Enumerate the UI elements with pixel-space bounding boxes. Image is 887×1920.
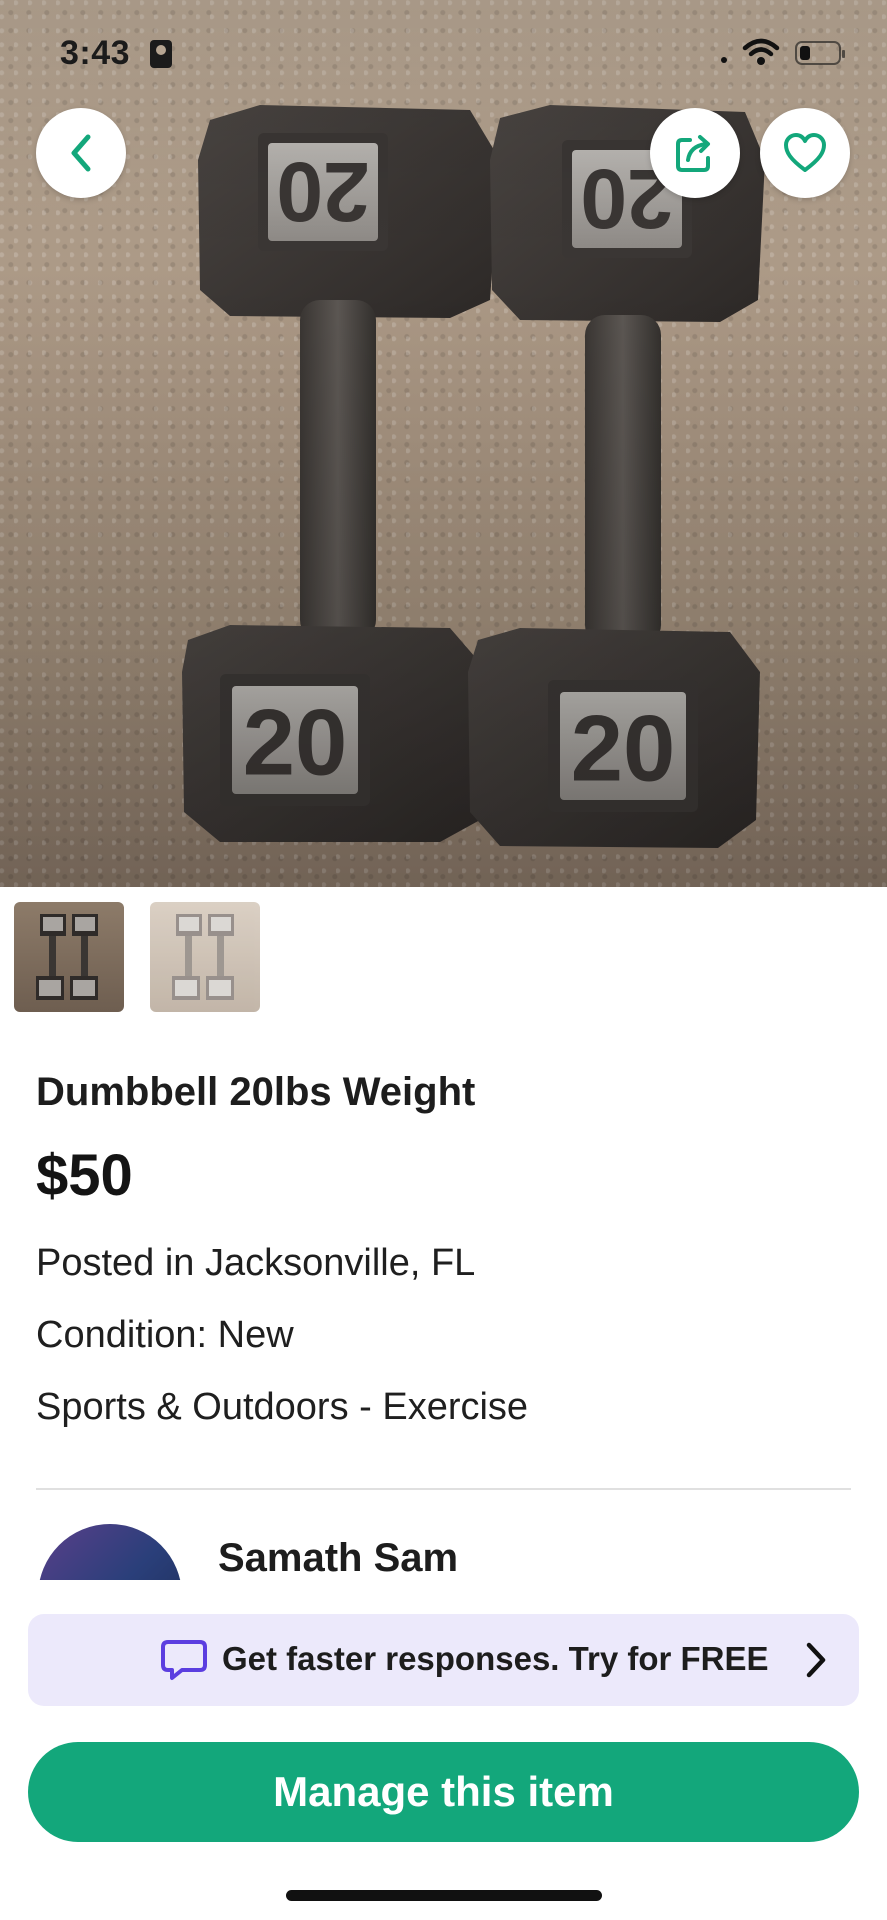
section-divider (36, 1488, 851, 1490)
home-indicator[interactable] (286, 1890, 602, 1901)
manage-item-button[interactable]: Manage this item (28, 1742, 859, 1842)
signal-dot-icon (721, 57, 727, 63)
promo-text: Get faster responses. Try for FREE (222, 1640, 769, 1677)
weight-number: 20 (571, 696, 676, 801)
favorite-button[interactable] (760, 108, 850, 198)
status-time: 3:43 (60, 34, 131, 72)
promo-banner[interactable]: Get faster responses. Try for FREE (28, 1614, 859, 1706)
weight-number: 20 (243, 690, 348, 795)
listing-price: $50 (36, 1143, 133, 1208)
chat-bubble-icon (161, 1640, 207, 1680)
chevron-right-icon (806, 1642, 826, 1678)
share-button[interactable] (650, 108, 740, 198)
status-indicators (721, 38, 845, 68)
heart-icon (784, 133, 826, 172)
avatar (38, 1524, 182, 1580)
manage-item-label: Manage this item (273, 1768, 614, 1815)
back-button[interactable] (36, 108, 126, 198)
dumbbell-thumb-graphic (172, 914, 234, 1000)
focus-person-icon (150, 40, 172, 68)
thumbnail-1[interactable] (14, 902, 124, 1012)
listing-condition: Condition: New (36, 1314, 294, 1356)
listing-photo[interactable]: 20 20 20 20 (0, 0, 887, 887)
wifi-icon (742, 38, 780, 65)
share-icon (676, 135, 710, 172)
seller-avatar[interactable] (38, 1524, 182, 1580)
dumbbells-illustration: 20 20 20 20 (182, 105, 765, 848)
weight-number: 20 (276, 145, 369, 239)
dumbbell-thumb-graphic (36, 914, 98, 1000)
chevron-left-icon (71, 134, 91, 172)
thumbnail-2[interactable] (150, 902, 260, 1012)
seller-name[interactable]: Samath Sam (218, 1536, 458, 1581)
thumbnail-strip (14, 902, 260, 1012)
listing-location[interactable]: Posted in Jacksonville, FL (36, 1242, 475, 1285)
listing-category[interactable]: Sports & Outdoors - Exercise (36, 1386, 528, 1429)
battery-icon (795, 41, 845, 65)
listing-title: Dumbbell 20lbs Weight (36, 1070, 476, 1114)
